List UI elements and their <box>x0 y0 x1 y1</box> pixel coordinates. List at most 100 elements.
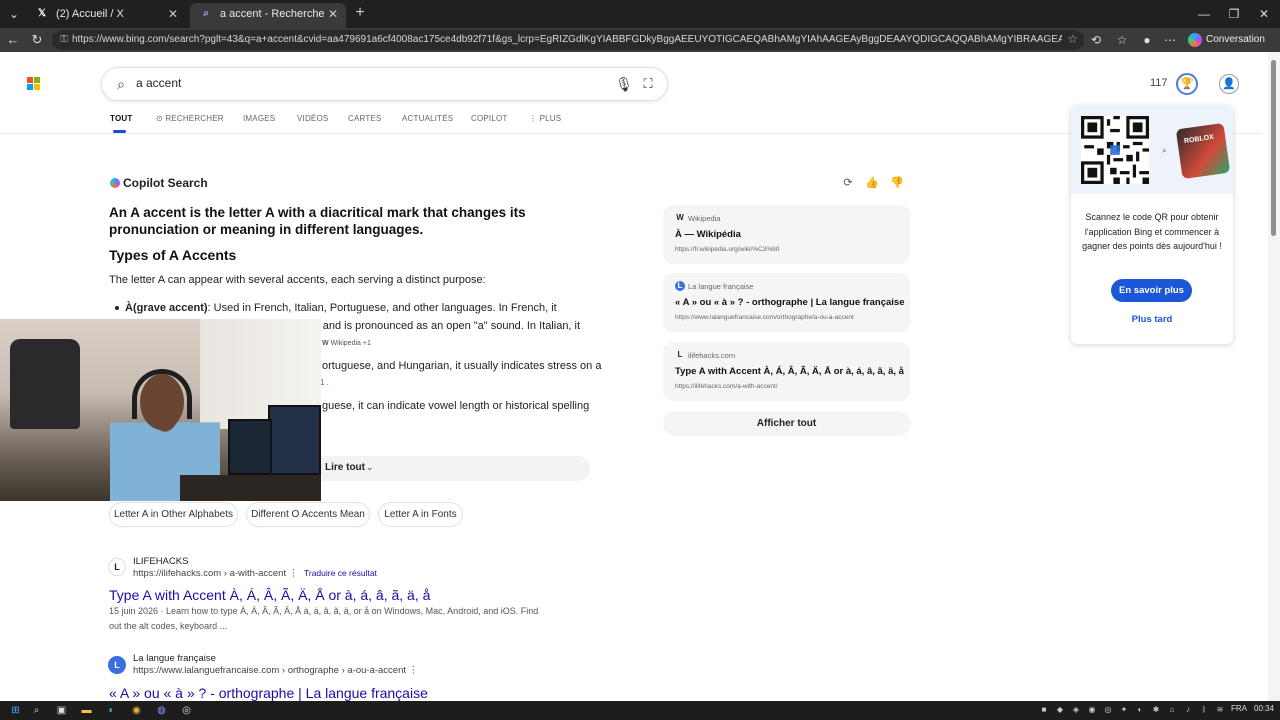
result-url-text: https://ilifehacks.com › a-with-accent <box>133 568 287 579</box>
source-title[interactable]: « A » ou « à » ? - orthographe | La lang… <box>675 297 904 308</box>
source-title[interactable]: Type A with Accent À, Á, Â, Ã, Ä, Å or à… <box>675 366 904 377</box>
microsoft-logo[interactable] <box>27 77 41 91</box>
clock[interactable]: 00:34 <box>1254 704 1274 713</box>
tab-images[interactable]: IMAGES <box>243 114 275 123</box>
scroll-thumb[interactable] <box>1271 60 1276 236</box>
close-window-button[interactable]: ✕ <box>1248 0 1280 28</box>
language-indicator[interactable]: FRA <box>1231 704 1247 713</box>
tab-close-icon[interactable]: ✕ <box>168 3 178 25</box>
learn-more-button[interactable]: En savoir plus <box>1111 279 1192 302</box>
source-title[interactable]: À — Wikipédia <box>675 229 741 240</box>
favorite-star-icon[interactable]: ☆ <box>1067 32 1078 46</box>
back-button[interactable]: ← <box>3 30 23 50</box>
rewards-points[interactable]: 117 <box>1150 77 1168 89</box>
tab-bing-search[interactable]: ⌕ a accent - Recherche ✕ <box>190 3 346 28</box>
wifi-icon[interactable]: ≋ <box>1214 704 1226 716</box>
search-icon[interactable]: ⌕ <box>112 75 130 93</box>
user-profile-icon[interactable]: 👤 <box>1219 74 1239 94</box>
related-chip[interactable]: Different O Accents Mean <box>246 502 370 527</box>
source-card[interactable]: Lilifehacks.com Type A with Accent À, Á,… <box>663 342 910 401</box>
conversation-label: Conversation <box>1206 34 1265 45</box>
tray-app-icon[interactable]: ◈ <box>1070 704 1082 716</box>
tray-app-icon[interactable]: ◆ <box>1054 704 1066 716</box>
tab-search[interactable]: ⊙ RECHERCHER <box>156 114 224 123</box>
maximize-button[interactable]: ❐ <box>1218 0 1250 28</box>
search-box[interactable]: ⌕ a accent 🎙 ⛶ <box>101 67 668 101</box>
new-tab-button[interactable]: + <box>350 3 370 23</box>
related-chip[interactable]: Letter A in Fonts <box>378 502 463 527</box>
tray-app-icon[interactable]: ◐ <box>1134 704 1146 716</box>
copilot-conversation-button[interactable]: Conversation <box>1186 30 1265 50</box>
promo-text: Scannez le code QR pour obtenir l'applic… <box>1082 212 1222 251</box>
related-chip[interactable]: Letter A in Other Alphabets <box>109 502 238 527</box>
cam-monitor <box>268 405 321 475</box>
more-options-icon[interactable]: ⋯ <box>1160 30 1180 50</box>
tab-maps[interactable]: CARTES <box>348 114 382 123</box>
obs-icon[interactable]: ◎ <box>179 703 194 718</box>
thumbs-up-icon[interactable]: 👍 <box>865 176 879 190</box>
section-title: Types of A Accents <box>109 247 237 263</box>
refresh-button[interactable]: ↻ <box>27 30 47 50</box>
page-scrollbar[interactable] <box>1268 52 1280 701</box>
copilot-search-label: Copilot Search <box>110 176 208 190</box>
site-info-icon[interactable]: ⚿ <box>58 33 70 47</box>
result-title[interactable]: « A » ou « à » ? - orthographe | La lang… <box>109 685 428 701</box>
copilot-label: Copilot Search <box>123 176 208 190</box>
tray-app-icon[interactable]: ◉ <box>1086 704 1098 716</box>
result-source: ILIFEHACKS <box>133 556 189 567</box>
edge-icon[interactable]: ◐ <box>104 703 119 718</box>
windows-taskbar: ⊞ ⌕ ▣ ▬ ◐ ◉ ◍ ◎ ■ ◆ ◈ ◉ ◎ ✦ ◐ ✱ ⌂ ♪ ᛒ ≋ … <box>0 701 1280 720</box>
minimize-button[interactable]: — <box>1188 0 1220 28</box>
rewards-trophy-icon[interactable]: 🏆 <box>1176 73 1198 95</box>
favorites-icon[interactable]: ☆ <box>1112 30 1132 50</box>
search-scope-icon: ⊙ <box>156 114 166 123</box>
history-icon[interactable]: ⟳ <box>841 176 855 190</box>
tab-x-home[interactable]: 𝕏 (2) Accueil / X ✕ <box>26 3 186 28</box>
tab-all[interactable]: TOUT <box>110 114 132 123</box>
tab-more[interactable]: ⋮ PLUS <box>529 114 561 123</box>
copilot-headline: An A accent is the letter A with a diacr… <box>109 205 526 237</box>
volume-icon[interactable]: ♪ <box>1182 704 1194 716</box>
visual-search-icon[interactable]: ⛶ <box>639 75 657 93</box>
result-menu-icon[interactable]: ⋮ <box>286 568 299 579</box>
microphone-icon[interactable]: 🎙 <box>615 75 633 93</box>
search-input[interactable]: a accent <box>136 76 181 90</box>
extensions-icon[interactable]: ⟲ <box>1086 30 1106 50</box>
tab-videos[interactable]: VIDÉOS <box>297 114 328 123</box>
tab-label: a accent - Recherche <box>220 8 325 20</box>
tray-app-icon[interactable]: ■ <box>1038 704 1050 716</box>
tab-close-icon[interactable]: ✕ <box>328 3 338 25</box>
profile-avatar-icon[interactable]: ● <box>1137 30 1157 50</box>
task-view-icon[interactable]: ▣ <box>54 703 69 718</box>
discord-icon[interactable]: ◍ <box>154 703 169 718</box>
result-menu-icon[interactable]: ⋮ <box>406 665 419 676</box>
translate-link[interactable]: Traduire ce résultat <box>304 568 377 578</box>
tab-actions-menu-icon[interactable]: ⌄ <box>4 4 24 24</box>
tab-label: (2) Accueil / X <box>56 8 124 20</box>
tray-app-icon[interactable]: ✱ <box>1150 704 1162 716</box>
read-all-label[interactable]: Lire tout <box>325 462 365 473</box>
thumbs-down-icon[interactable]: 👎 <box>890 176 904 190</box>
tray-app-icon[interactable]: ✦ <box>1118 704 1130 716</box>
search-icon[interactable]: ⌕ <box>29 703 44 718</box>
later-link[interactable]: Plus tard <box>1071 314 1233 325</box>
source-card[interactable]: L La langue française « A » ou « à » ? - … <box>663 273 910 332</box>
show-all-button[interactable]: Afficher tout <box>663 411 910 436</box>
tab-search-label: RECHERCHER <box>165 114 224 123</box>
citation-badge[interactable]: W Wikipedia +1 <box>322 340 371 347</box>
site-favicon: L <box>108 656 126 674</box>
bullet-line3: ortuguese, and Hungarian, it usually ind… <box>322 360 602 372</box>
tray-app-icon[interactable]: ◎ <box>1102 704 1114 716</box>
address-bar[interactable]: ⚿ https://www.bing.com/search?pglt=43&q=… <box>52 30 1084 50</box>
start-icon[interactable]: ⊞ <box>8 703 23 718</box>
network-icon[interactable]: ⌂ <box>1166 704 1178 716</box>
source-card[interactable]: W Wikipedia À — Wikipédia https://fr.wiki… <box>663 205 910 264</box>
tab-copilot[interactable]: COPILOT <box>471 114 508 123</box>
result-title[interactable]: Type A with Accent À, Á, Â, Ã, Ä, Å or à… <box>109 587 430 603</box>
chrome-icon[interactable]: ◉ <box>129 703 144 718</box>
result-url: https://ilifehacks.com › a-with-accent ⋮ <box>133 568 298 579</box>
bluetooth-icon[interactable]: ᛒ <box>1198 704 1210 716</box>
tab-news[interactable]: ACTUALITÉS <box>402 114 453 123</box>
file-explorer-icon[interactable]: ▬ <box>79 703 94 718</box>
chevron-down-icon[interactable]: ⌄ <box>366 462 374 473</box>
